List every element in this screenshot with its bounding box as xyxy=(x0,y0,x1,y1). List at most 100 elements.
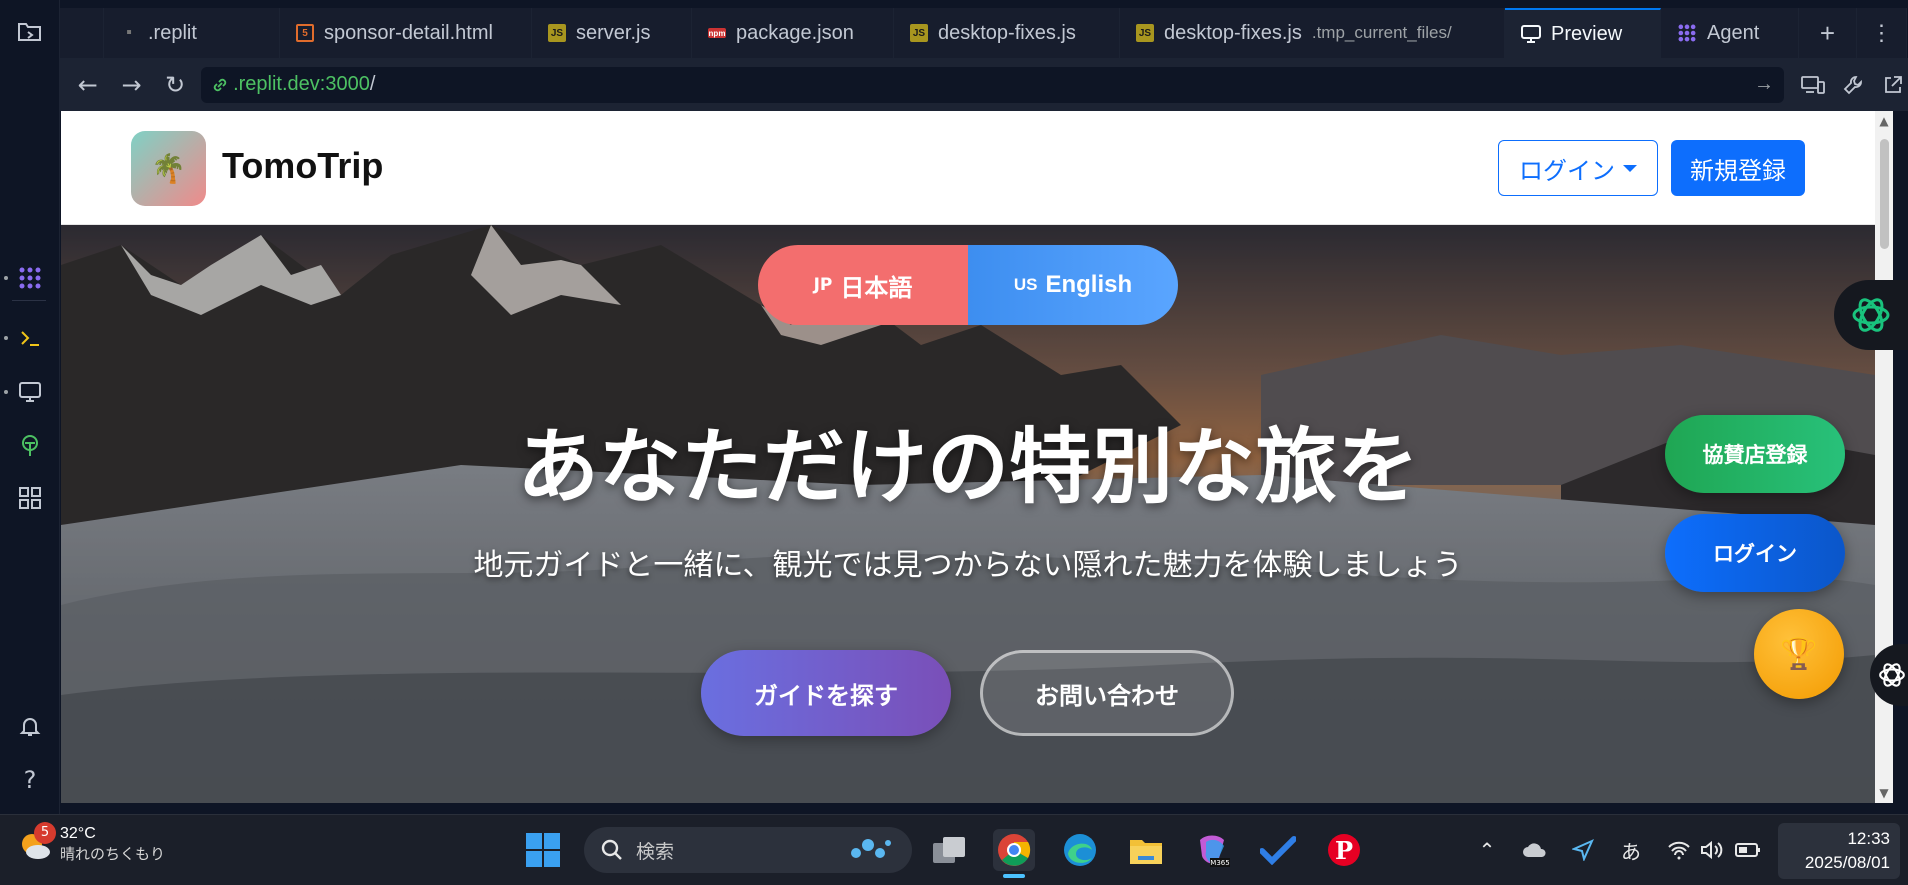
scroll-thumb[interactable] xyxy=(1880,139,1889,249)
js-file-icon: JS xyxy=(1136,24,1154,42)
tray-expand-chevron-icon[interactable]: ⌃ xyxy=(1472,835,1502,865)
onedrive-cloud-icon[interactable] xyxy=(1520,835,1550,865)
new-tab-plus-icon[interactable]: + xyxy=(1799,8,1857,58)
agent-icon[interactable] xyxy=(10,258,50,298)
tab-desktop-fixes[interactable]: JS desktop-fixes.js xyxy=(894,8,1120,58)
lang-japanese-button[interactable]: JP 日本語 xyxy=(758,245,968,325)
back-arrow-icon[interactable]: ← xyxy=(68,65,108,105)
volume-icon[interactable] xyxy=(1697,835,1727,865)
brand-name[interactable]: TomoTrip xyxy=(222,145,383,187)
hero-title: あなただけの特別な旅を xyxy=(516,420,1419,515)
go-arrow-icon[interactable]: → xyxy=(1754,73,1774,96)
us-flag-icon: US xyxy=(1013,275,1038,294)
notifications-bell-icon[interactable] xyxy=(10,706,50,746)
url-input[interactable]: .replit.dev:3000/ → xyxy=(201,66,1784,103)
tab-label: Agent xyxy=(1707,21,1760,44)
tab-package-json[interactable]: npm package.json xyxy=(692,8,894,58)
console-icon[interactable] xyxy=(10,318,50,358)
weather-badge: 5 xyxy=(34,821,56,844)
weather-description: 晴れのちくもり xyxy=(60,845,166,863)
editor-tab-bar: ▪ .replit 5 sponsor-detail.html JS serve… xyxy=(60,8,1908,58)
devices-icon[interactable] xyxy=(1798,70,1828,100)
tab-replit[interactable]: ▪ .replit xyxy=(104,8,280,58)
trophy-icon: 🏆 xyxy=(1780,636,1818,672)
reload-icon[interactable]: ↻ xyxy=(155,65,195,105)
contact-button[interactable]: お問い合わせ xyxy=(980,650,1234,736)
deploy-icon[interactable] xyxy=(10,426,50,466)
clock-time: 12:33 xyxy=(1847,829,1890,848)
tab-label: desktop-fixes.js xyxy=(938,21,1076,44)
forward-arrow-icon[interactable]: → xyxy=(112,65,152,105)
site-header: 🌴 TomoTrip ログイン 新規登録 xyxy=(61,111,1875,225)
ime-mode-indicator[interactable]: あ xyxy=(1616,835,1646,865)
ai-extension-button[interactable] xyxy=(1870,644,1908,706)
chrome-icon[interactable] xyxy=(993,829,1035,871)
edge-icon[interactable] xyxy=(1059,829,1101,871)
language-toggle: JP 日本語 US English xyxy=(758,245,1178,325)
wifi-icon[interactable] xyxy=(1664,835,1694,865)
tab-sponsor-detail[interactable]: 5 sponsor-detail.html xyxy=(280,8,532,58)
agent-icon xyxy=(1678,24,1696,42)
tab-label: server.js xyxy=(576,21,651,44)
preview-icon[interactable] xyxy=(10,372,50,412)
search-icon xyxy=(601,839,622,860)
replit-sidebar: ? xyxy=(0,0,60,814)
login-dropdown-button[interactable]: ログイン xyxy=(1498,140,1658,196)
lang-en-label: English xyxy=(1045,271,1133,298)
tab-agent[interactable]: Agent xyxy=(1661,8,1799,58)
tab-label: .replit xyxy=(148,21,197,44)
file-explorer-icon[interactable] xyxy=(1125,829,1167,871)
tab-label: sponsor-detail.html xyxy=(324,21,493,44)
lang-english-button[interactable]: US English xyxy=(968,245,1178,325)
openai-green-icon xyxy=(1852,298,1890,332)
windows-start-icon[interactable] xyxy=(524,831,562,869)
link-icon xyxy=(213,78,227,91)
open-external-icon[interactable] xyxy=(1878,70,1908,100)
weather-sun-cloud-icon: 5 xyxy=(18,821,56,862)
help-icon[interactable]: ? xyxy=(10,760,50,800)
tab-label: Preview xyxy=(1551,22,1623,45)
hero-subtitle: 地元ガイドと一緒に、観光では見つからない隠れた魅力を体験しましょう xyxy=(473,548,1463,583)
tab-label: package.json xyxy=(736,21,854,44)
npm-file-icon: npm xyxy=(708,28,726,38)
tab-preview[interactable]: Preview xyxy=(1505,8,1661,58)
svg-text:P: P xyxy=(1335,836,1353,865)
preview-viewport: 🌴 TomoTrip ログイン 新規登録 JP 日本語 US English あ… xyxy=(61,111,1875,803)
url-host: .replit.dev:3000 xyxy=(233,73,370,95)
todo-icon[interactable] xyxy=(1257,829,1299,871)
caret-down-icon xyxy=(1623,164,1637,172)
tab-server-js[interactable]: JS server.js xyxy=(532,8,692,58)
tab-overflow[interactable] xyxy=(60,8,104,58)
tomotrip-logo[interactable]: 🌴 xyxy=(131,131,206,206)
scroll-up-icon[interactable]: ▲ xyxy=(1878,115,1890,127)
pinterest-icon[interactable]: P xyxy=(1323,829,1365,871)
sponsor-register-button[interactable]: 協賛店登録 xyxy=(1665,415,1845,493)
taskbar-search[interactable]: 検索 xyxy=(584,827,912,873)
floating-login-button[interactable]: ログイン xyxy=(1665,514,1845,592)
replit-file-icon: ▪ xyxy=(126,24,132,41)
tab-label: desktop-fixes.js xyxy=(1164,21,1302,44)
files-icon[interactable] xyxy=(10,12,50,52)
rail-divider xyxy=(12,300,46,301)
openai-white-icon xyxy=(1879,663,1905,687)
tab-desktop-fixes-tmp[interactable]: JS desktop-fixes.js .tmp_current_files/ xyxy=(1120,8,1505,58)
lang-jp-label: 日本語 xyxy=(840,273,913,302)
apps-grid-icon[interactable] xyxy=(10,478,50,518)
chatgpt-extension-button[interactable] xyxy=(1834,280,1908,350)
windows-taskbar: 5 32°C 晴れのちくもり 検索 M365 P ⌃ あ 12:33 2025/… xyxy=(0,814,1908,885)
wrench-icon[interactable] xyxy=(1838,70,1868,100)
system-clock[interactable]: 12:33 2025/08/01 xyxy=(1778,823,1900,879)
task-view-icon[interactable] xyxy=(928,829,970,871)
weather-widget[interactable]: 5 32°C 晴れのちくもり xyxy=(18,821,166,864)
battery-icon[interactable] xyxy=(1733,835,1763,865)
js-file-icon: JS xyxy=(548,24,566,42)
signup-button[interactable]: 新規登録 xyxy=(1671,140,1805,196)
find-guide-button[interactable]: ガイドを探す xyxy=(701,650,951,736)
scroll-down-icon[interactable]: ▼ xyxy=(1878,787,1890,799)
search-highlight-icon xyxy=(851,839,891,858)
more-options-icon[interactable]: ⋮ xyxy=(1857,8,1907,58)
microsoft365-icon[interactable]: M365 xyxy=(1191,829,1233,871)
location-arrow-icon[interactable] xyxy=(1568,835,1598,865)
trophy-button[interactable]: 🏆 xyxy=(1754,609,1844,699)
temperature: 32°C xyxy=(60,825,96,842)
